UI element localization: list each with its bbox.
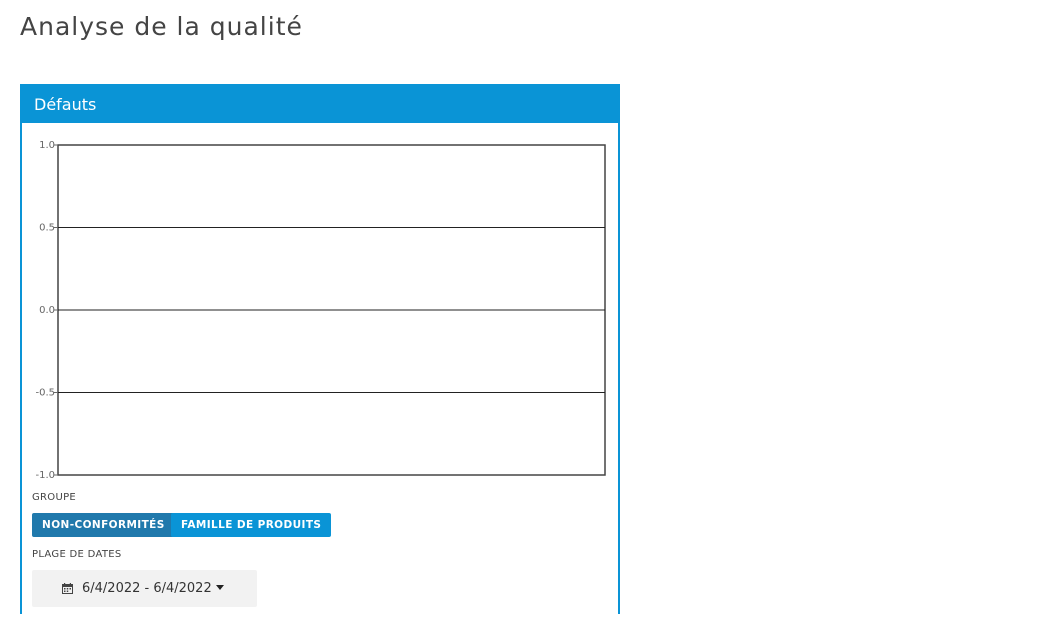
- y-tick-label: -1.0: [35, 470, 55, 481]
- groupe-label: GROUPE: [32, 492, 77, 503]
- famille-produits-button[interactable]: FAMILLE DE PRODUITS: [171, 513, 332, 537]
- non-conformites-button[interactable]: NON-CONFORMITÉS: [32, 513, 175, 537]
- caret-down-icon: [215, 585, 224, 590]
- y-tick-label: 1.0: [39, 140, 55, 151]
- y-tick-label: -0.5: [35, 388, 55, 399]
- page-title: Analyse de la qualité: [20, 12, 303, 41]
- y-tick-label: 0.0: [39, 305, 55, 316]
- panel-header: Défauts: [22, 86, 618, 123]
- calendar-icon: [62, 583, 73, 594]
- chart-svg: 1.0 0.5 0.0 -0.5 -1.0: [35, 140, 606, 481]
- defects-chart: 1.0 0.5 0.0 -0.5 -1.0: [22, 123, 618, 483]
- y-tick-label: 0.5: [39, 223, 55, 234]
- date-range-picker[interactable]: 6/4/2022 - 6/4/2022: [32, 570, 257, 607]
- plage-dates-label: PLAGE DE DATES: [32, 549, 122, 560]
- defects-panel: Défauts 1.0 0.5 0.0 -0.5 -1.0 GROUPE NON-CON…: [20, 84, 620, 614]
- date-range-value: 6/4/2022 - 6/4/2022: [82, 581, 212, 596]
